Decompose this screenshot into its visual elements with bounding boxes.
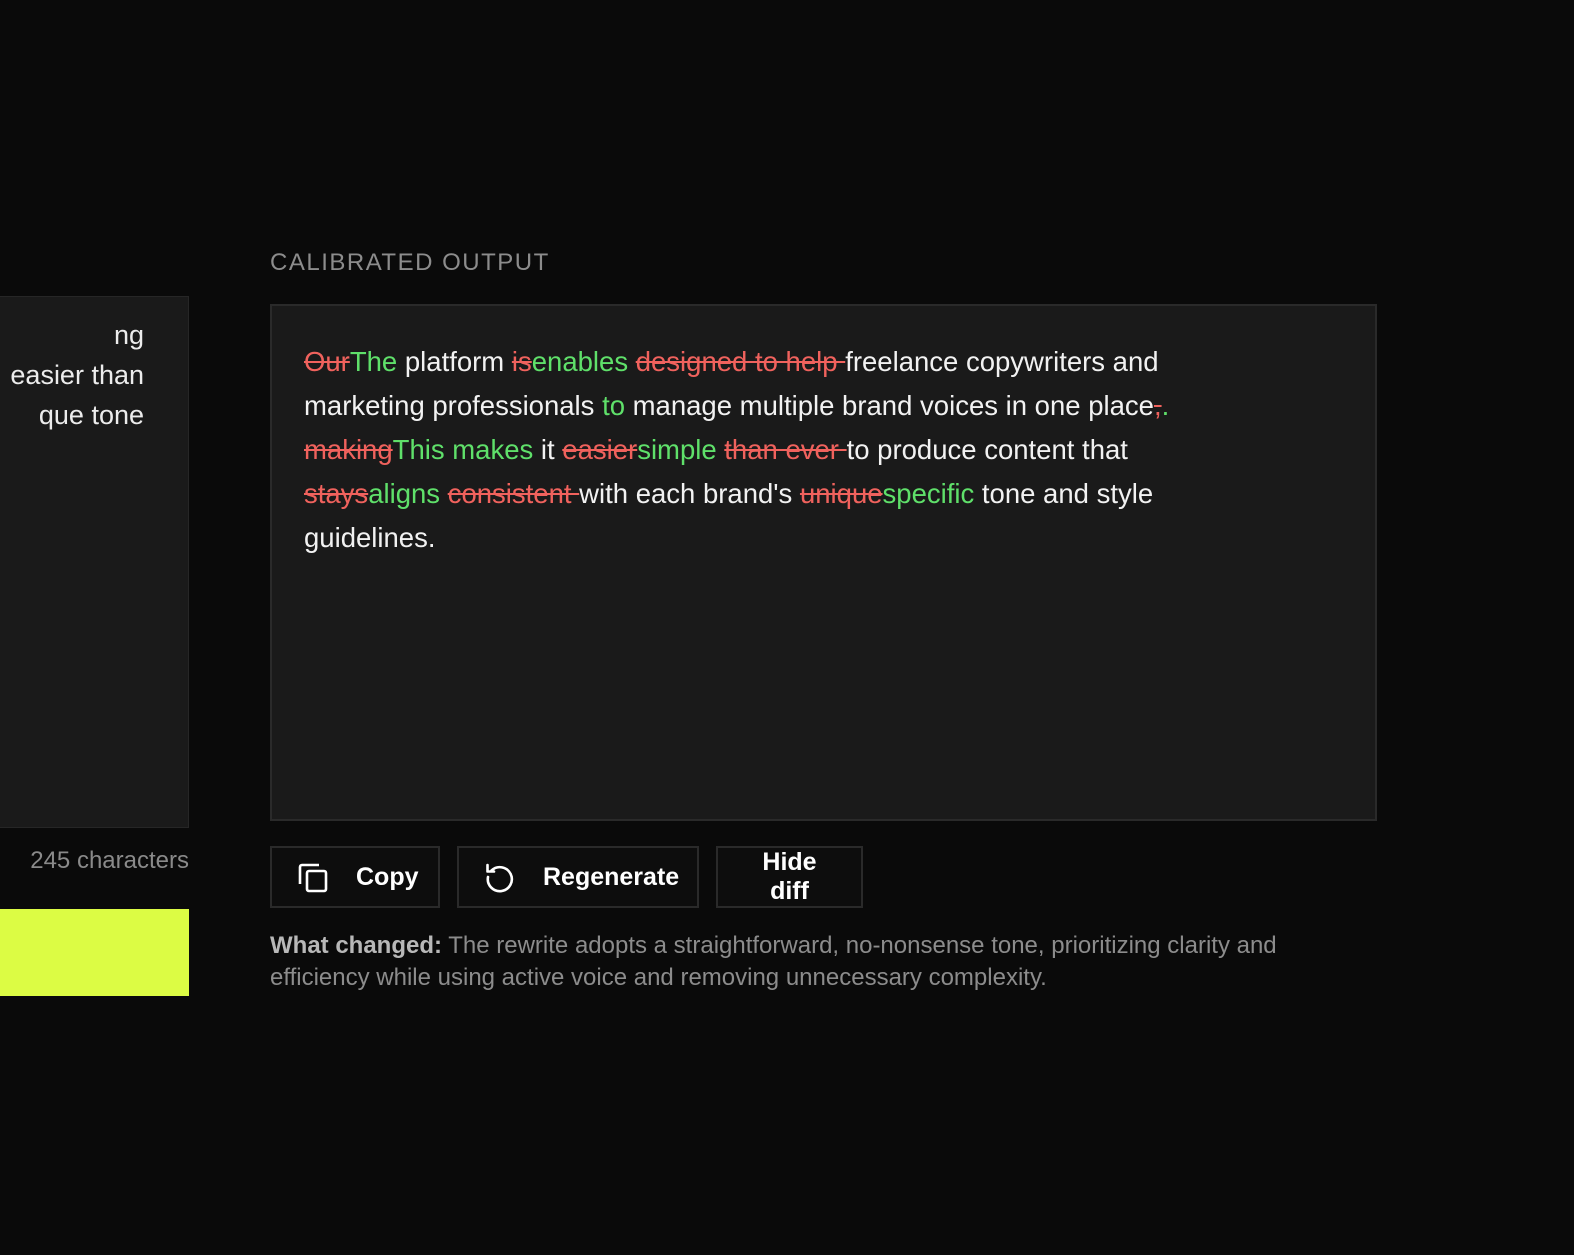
calibrate-button[interactable] xyxy=(0,909,189,996)
inserted-text: simple xyxy=(637,434,717,465)
refresh-icon xyxy=(483,860,517,894)
regenerate-label: Regenerate xyxy=(543,862,680,891)
unchanged-text: manage multiple brand voices in one plac… xyxy=(625,390,1154,421)
deleted-text: consistent xyxy=(447,478,580,509)
inserted-text: to xyxy=(602,390,625,421)
original-text-line: que tone xyxy=(38,400,144,430)
diff-text: OurThe platform isenables designed to he… xyxy=(304,340,1264,560)
inserted-text: aligns xyxy=(368,478,441,509)
original-text-line: easier than xyxy=(10,360,144,390)
hide-diff-button[interactable]: Hide diff xyxy=(716,846,863,908)
inserted-text: This makes xyxy=(392,434,534,465)
copy-icon xyxy=(296,860,330,894)
regenerate-button[interactable]: Regenerate xyxy=(457,846,699,908)
copy-button[interactable]: Copy xyxy=(270,846,440,908)
inserted-text: . xyxy=(1161,390,1170,421)
inserted-text: specific xyxy=(882,478,975,509)
unchanged-text: to produce content that xyxy=(846,434,1128,465)
unchanged-text: platform xyxy=(397,346,512,377)
inserted-text: enables xyxy=(531,346,629,377)
section-title: CALIBRATED OUTPUT xyxy=(270,249,550,276)
unchanged-text xyxy=(440,478,448,509)
deleted-text: Our xyxy=(304,346,350,377)
inserted-text: The xyxy=(349,346,398,377)
app-window: ng easier than que tone 245 characters C… xyxy=(0,0,1574,1255)
unchanged-text: it xyxy=(533,434,563,465)
deleted-text: is xyxy=(511,346,532,377)
copy-label: Copy xyxy=(356,862,419,891)
deleted-text: stays xyxy=(304,478,369,509)
original-text-line: ng xyxy=(113,320,144,350)
deleted-text: than ever xyxy=(724,434,847,465)
deleted-text: making xyxy=(304,434,393,465)
deleted-text: unique xyxy=(799,478,883,509)
original-text-panel[interactable]: ng easier than que tone xyxy=(0,296,189,828)
deleted-text: easier xyxy=(562,434,638,465)
change-summary-lead: What changed: xyxy=(270,932,442,959)
deleted-text: designed to help xyxy=(635,346,846,377)
original-text: ng easier than que tone xyxy=(0,315,144,435)
deleted-text: , xyxy=(1153,390,1162,421)
unchanged-text: with each brand's xyxy=(579,478,800,509)
unchanged-text xyxy=(628,346,636,377)
change-summary: What changed: The rewrite adopts a strai… xyxy=(270,930,1380,994)
calibrated-output-box[interactable]: OurThe platform isenables designed to he… xyxy=(270,304,1377,821)
character-count: 245 characters xyxy=(30,847,189,874)
hide-diff-label: Hide diff xyxy=(762,848,817,905)
